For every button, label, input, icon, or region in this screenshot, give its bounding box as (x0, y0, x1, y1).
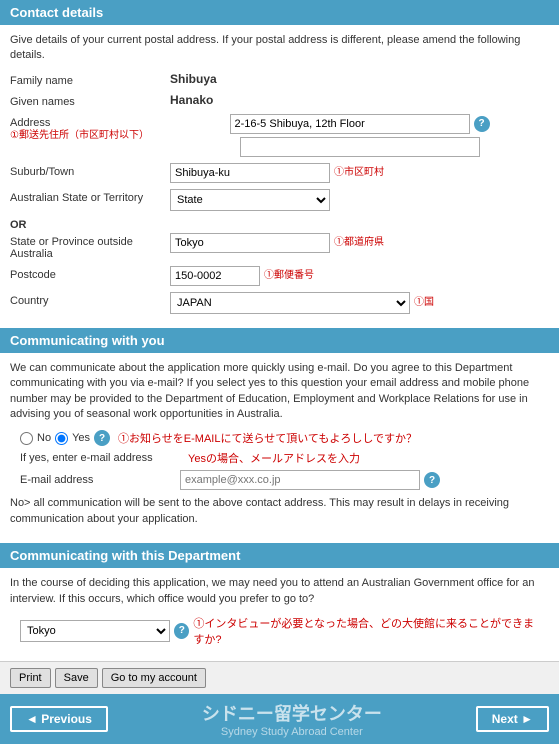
radio-options: No Yes ? (20, 430, 110, 446)
given-names-value: Hanako (170, 93, 549, 107)
communicating-you-header: Communicating with you (0, 328, 559, 353)
aus-state-row: Australian State or Territory State ACT … (10, 189, 549, 211)
family-name-row: Family name Shibuya (10, 72, 549, 87)
suburb-input[interactable] (170, 163, 330, 183)
if-yes-annotation: Yesの場合、メールアドレスを入力 (188, 450, 360, 466)
address-fields: ? (170, 114, 549, 157)
office-help-icon[interactable]: ? (174, 623, 189, 639)
state-outside-row: State or Province outside Australia ①都道府… (10, 233, 549, 260)
print-button[interactable]: Print (10, 668, 51, 688)
postcode-label: Postcode (10, 266, 170, 281)
state-outside-annotation: ①都道府県 (334, 237, 384, 249)
radio-row: No Yes ? ①お知らせをE-MAILにて送らせて頂いてもよろししですか？ (10, 430, 549, 446)
given-names-row: Given names Hanako (10, 93, 549, 108)
watermark: シドニー留学センター Sydney Study Abroad Center (202, 700, 382, 738)
family-name-value: Shibuya (170, 72, 549, 86)
or-divider: OR (10, 217, 549, 233)
radio-yes-label: Yes (72, 432, 90, 444)
contact-details-header: Contact details (0, 0, 559, 25)
state-outside-label: State or Province outside Australia (10, 233, 170, 260)
country-row: Country JAPAN ①国 (10, 292, 549, 314)
email-address-help-icon[interactable]: ? (424, 472, 440, 488)
address-line2-input[interactable] (240, 137, 480, 157)
communicating-dept-intro: In the course of deciding this applicati… (10, 576, 549, 607)
email-address-input[interactable] (180, 470, 420, 490)
if-yes-label: If yes, enter e-mail address (20, 452, 180, 464)
family-name-label: Family name (10, 72, 170, 87)
postcode-row: Postcode ①郵便番号 (10, 266, 549, 286)
postcode-field: ①郵便番号 (170, 266, 549, 286)
office-row: Tokyo ? ①インタビューが必要となった場合、どの大使館に来ることができます… (10, 615, 549, 647)
given-names-label: Given names (10, 93, 170, 108)
country-select[interactable]: JAPAN (170, 292, 410, 314)
aus-state-field: State ACT NSW NT QLD SA TAS VIC WA (170, 189, 549, 211)
aus-state-label: Australian State or Territory (10, 189, 170, 204)
postcode-input[interactable] (170, 266, 260, 286)
bottom-toolbar: Print Save Go to my account (0, 661, 559, 694)
save-button[interactable]: Save (55, 668, 98, 688)
aus-state-select[interactable]: State ACT NSW NT QLD SA TAS VIC WA (170, 189, 330, 211)
communicating-you-intro: We can communicate about the application… (10, 361, 549, 423)
contact-details-intro: Give details of your current postal addr… (10, 33, 549, 64)
previous-button[interactable]: ◄ Previous (10, 706, 108, 732)
suburb-annotation: ①市区町村 (334, 167, 384, 179)
radio-yes[interactable] (55, 432, 68, 445)
communicating-dept-section: Communicating with this Department In th… (0, 543, 559, 661)
country-field: JAPAN ①国 (170, 292, 549, 314)
email-address-row: E-mail address ? (10, 470, 549, 490)
nav-bar: ◄ Previous シドニー留学センター Sydney Study Abroa… (0, 694, 559, 744)
radio-no[interactable] (20, 432, 33, 445)
suburb-row: Suburb/Town ①市区町村 (10, 163, 549, 183)
contact-details-section: Contact details Give details of your cur… (0, 0, 559, 328)
if-yes-row: If yes, enter e-mail address Yesの場合、メールア… (10, 450, 549, 466)
address-row: Address ①郵送先住所（市区町村以下） ? (10, 114, 549, 157)
communicating-you-section: Communicating with you We can communicat… (0, 328, 559, 543)
address-help-icon[interactable]: ? (474, 116, 490, 132)
suburb-fields: ①市区町村 (170, 163, 549, 183)
email-agree-help-icon[interactable]: ? (94, 430, 110, 446)
address-label: Address ①郵送先住所（市区町村以下） (10, 114, 170, 142)
state-outside-field: ①都道府県 (170, 233, 549, 253)
country-label: Country (10, 292, 170, 307)
state-outside-input[interactable] (170, 233, 330, 253)
suburb-label: Suburb/Town (10, 163, 170, 178)
country-annotation: ①国 (414, 297, 434, 309)
radio-no-label: No (37, 432, 51, 444)
address-line1-input[interactable] (230, 114, 470, 134)
no-email-note: No> all communication will be sent to th… (10, 496, 549, 527)
email-address-label: E-mail address (20, 474, 180, 486)
account-button[interactable]: Go to my account (102, 668, 206, 688)
office-select[interactable]: Tokyo (20, 620, 170, 642)
next-button[interactable]: Next ► (476, 706, 549, 732)
office-annotation: ①インタビューが必要となった場合、どの大使館に来ることができますか? (193, 615, 539, 647)
postcode-annotation: ①郵便番号 (264, 270, 314, 282)
radio-annotation: ①お知らせをE-MAILにて送らせて頂いてもよろししですか？ (118, 430, 417, 446)
communicating-dept-header: Communicating with this Department (0, 543, 559, 568)
